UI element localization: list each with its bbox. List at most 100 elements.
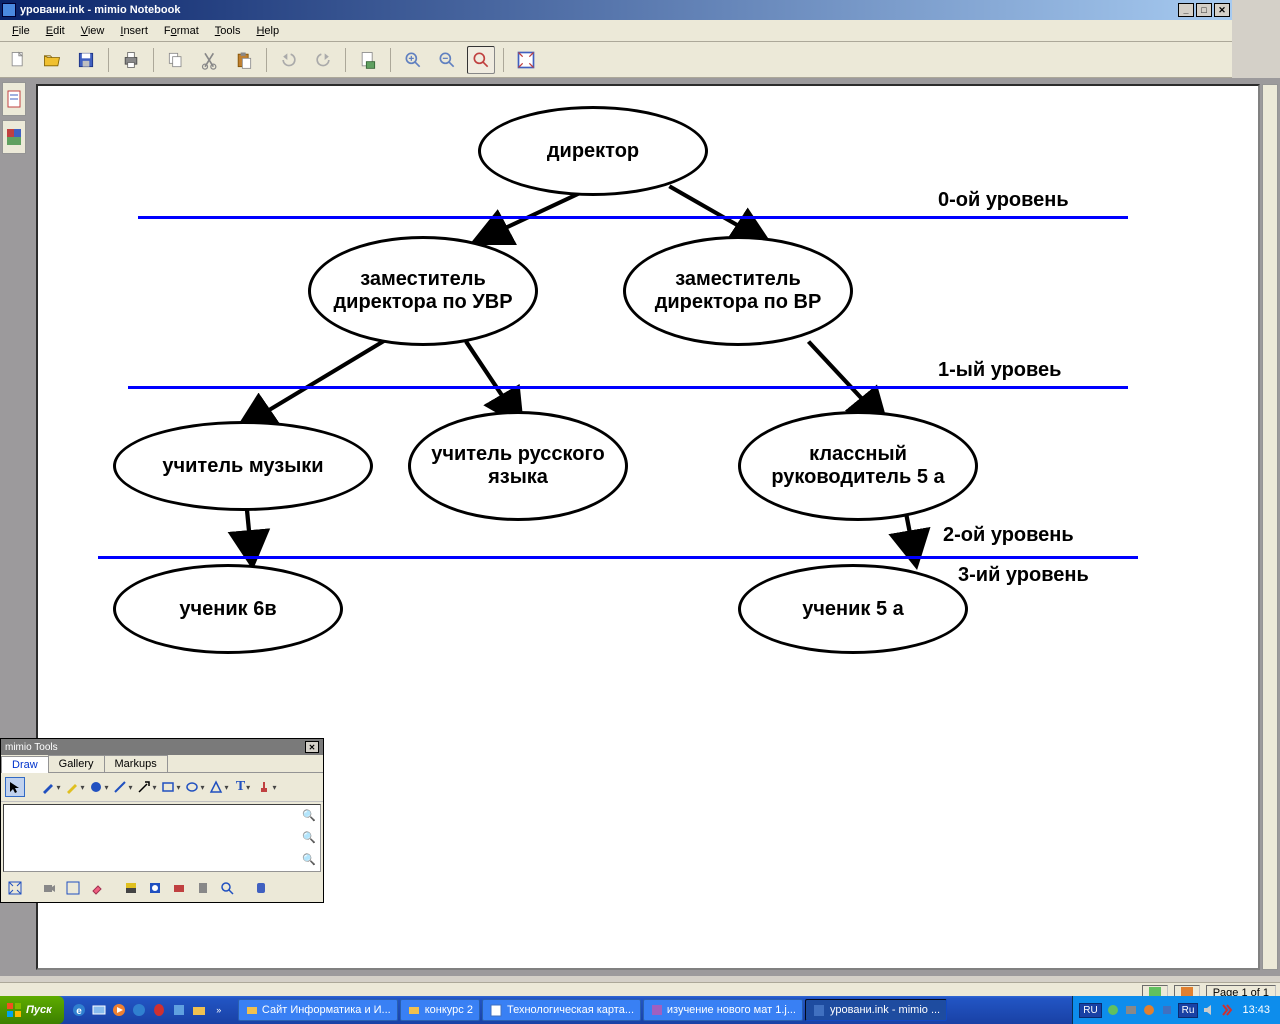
ql-browser-icon[interactable]	[130, 1001, 148, 1019]
tray-icon-1[interactable]	[1106, 1003, 1120, 1017]
tray-antivirus-icon[interactable]	[1220, 1003, 1234, 1017]
level-label-2: 2-ой уровень	[943, 524, 1074, 547]
menu-tools[interactable]: Tools	[207, 23, 249, 39]
tools-titlebar[interactable]: mimio Tools ✕	[1, 739, 323, 755]
task-study[interactable]: изучение нового мат 1.j...	[643, 999, 803, 1021]
node-deputy-vr[interactable]: заместитель директора по ВР	[623, 236, 853, 346]
tool-shape-filled[interactable]: ▾	[89, 777, 109, 797]
redo-button[interactable]	[309, 46, 337, 74]
insert-page-button[interactable]	[354, 46, 382, 74]
menu-help[interactable]: Help	[248, 23, 287, 39]
copy-button[interactable]	[162, 46, 190, 74]
maximize-button[interactable]: □	[1196, 3, 1212, 17]
minimize-button[interactable]: _	[1178, 3, 1194, 17]
menu-view[interactable]: View	[73, 23, 113, 39]
ql-app-icon[interactable]	[170, 1001, 188, 1019]
tool-highlighter[interactable]: ▾	[65, 777, 85, 797]
tool-ellipse[interactable]: ▾	[185, 777, 205, 797]
ql-desktop-icon[interactable]	[90, 1001, 108, 1019]
task-konkurs[interactable]: конкурс 2	[400, 999, 480, 1021]
save-button[interactable]	[72, 46, 100, 74]
windows-logo-icon	[6, 1002, 22, 1018]
start-button[interactable]: Пуск	[0, 996, 64, 1024]
tray-icon-2[interactable]	[1124, 1003, 1138, 1017]
tray-volume-icon[interactable]	[1202, 1003, 1216, 1017]
tool-rect[interactable]: ▾	[161, 777, 181, 797]
task-tech[interactable]: Технологическая карта...	[482, 999, 641, 1021]
task-site[interactable]: Сайт Информатика и И...	[238, 999, 398, 1021]
start-label: Пуск	[26, 1004, 52, 1016]
tools-zoom-out[interactable]: 🔍	[302, 831, 316, 845]
app-icon	[2, 3, 16, 17]
tool-spotlight[interactable]	[145, 878, 165, 898]
close-button[interactable]: ✕	[1214, 3, 1230, 17]
new-button[interactable]	[4, 46, 32, 74]
zoom-out-button[interactable]	[433, 46, 461, 74]
mimio-tools-window[interactable]: mimio Tools ✕ Draw Gallery Markups ▾ ▾ ▾…	[0, 738, 324, 903]
titlebar: уровани.ink - mimio Notebook _ □ ✕	[0, 0, 1232, 20]
node-director[interactable]: директор	[478, 106, 708, 196]
tray-icon-3[interactable]	[1142, 1003, 1156, 1017]
print-button[interactable]	[117, 46, 145, 74]
taskbar: Пуск e » Сайт Информатика и И... конкурс…	[0, 996, 1280, 1024]
paste-button[interactable]	[230, 46, 258, 74]
tool-device[interactable]	[251, 878, 271, 898]
menu-edit[interactable]: Edit	[38, 23, 73, 39]
ql-folder-icon[interactable]	[190, 1001, 208, 1019]
tool-webcam[interactable]	[169, 878, 189, 898]
level-line-0	[138, 216, 1128, 219]
side-tab-gallery[interactable]	[2, 120, 26, 154]
language-indicator-1[interactable]: RU	[1079, 1003, 1101, 1018]
cut-button[interactable]	[196, 46, 224, 74]
tool-triangle[interactable]: ▾	[209, 777, 229, 797]
ql-media-icon[interactable]	[110, 1001, 128, 1019]
ql-expand-icon[interactable]: »	[210, 1001, 228, 1019]
node-russian-teacher[interactable]: учитель русского языка	[408, 411, 628, 521]
tools-close-button[interactable]: ✕	[305, 741, 319, 753]
menu-file[interactable]: File	[4, 23, 38, 39]
tools-zoom-in[interactable]: 🔍	[302, 809, 316, 823]
tool-reveal[interactable]	[121, 878, 141, 898]
node-class-head-5a[interactable]: классный руководитель 5 а	[738, 411, 978, 521]
tool-eraser[interactable]	[87, 878, 107, 898]
zoom-fit-button[interactable]	[467, 46, 495, 74]
node-student-6v[interactable]: ученик 6в	[113, 564, 343, 654]
language-indicator-2[interactable]: Ru	[1178, 1003, 1199, 1018]
system-tray: RU Ru 13:43	[1072, 996, 1280, 1024]
tool-fullscreen[interactable]	[5, 878, 25, 898]
node-music-teacher[interactable]: учитель музыки	[113, 421, 373, 511]
open-button[interactable]	[38, 46, 66, 74]
tool-arrow[interactable]: ▾	[137, 777, 157, 797]
tool-select[interactable]	[5, 777, 25, 797]
tray-icon-4[interactable]	[1160, 1003, 1174, 1017]
tools-tab-gallery[interactable]: Gallery	[48, 755, 105, 772]
fullscreen-button[interactable]	[512, 46, 540, 74]
tool-snapshot[interactable]	[63, 878, 83, 898]
tool-text[interactable]: T▾	[233, 777, 253, 797]
ql-ie-icon[interactable]: e	[70, 1001, 88, 1019]
level-line-1	[128, 386, 1128, 389]
node-student-5a[interactable]: ученик 5 а	[738, 564, 968, 654]
tool-calc[interactable]	[193, 878, 213, 898]
menu-format[interactable]: Format	[156, 23, 207, 39]
taskbar-clock[interactable]: 13:43	[1238, 1004, 1274, 1016]
tools-tab-draw[interactable]: Draw	[1, 756, 49, 773]
zoom-in-button[interactable]	[399, 46, 427, 74]
node-deputy-uvr[interactable]: заместитель директора по УВР	[308, 236, 538, 346]
menubar: File Edit View Insert Format Tools Help	[0, 20, 1232, 42]
tool-line[interactable]: ▾	[113, 777, 133, 797]
menu-insert[interactable]: Insert	[112, 23, 156, 39]
tool-magnify[interactable]	[217, 878, 237, 898]
svg-text:e: e	[76, 1006, 82, 1017]
side-tab-page[interactable]	[2, 82, 26, 116]
tools-tab-markups[interactable]: Markups	[104, 755, 168, 772]
undo-button[interactable]	[275, 46, 303, 74]
ql-opera-icon[interactable]	[150, 1001, 168, 1019]
vertical-scrollbar[interactable]	[1262, 84, 1278, 970]
tool-record[interactable]	[39, 878, 59, 898]
tool-stamp[interactable]: ▾	[257, 777, 277, 797]
tools-zoom-reset[interactable]: 🔍	[302, 853, 316, 867]
tool-pen[interactable]: ▾	[41, 777, 61, 797]
task-urovani[interactable]: уровани.ink - mimio ...	[805, 999, 947, 1021]
level-line-2	[98, 556, 1138, 559]
